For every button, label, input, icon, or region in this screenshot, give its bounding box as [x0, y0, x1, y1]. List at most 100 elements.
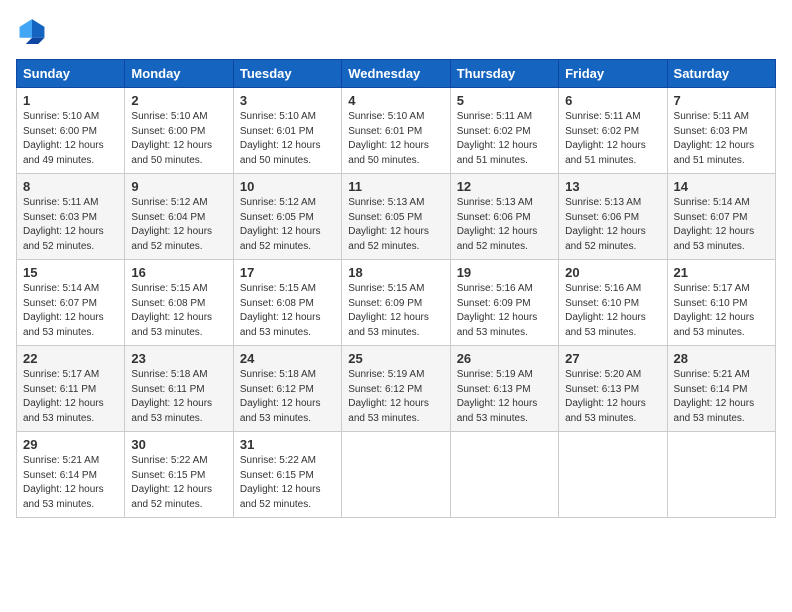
calendar-header-sunday: Sunday [17, 60, 125, 88]
day-number: 19 [457, 265, 552, 280]
calendar-cell [342, 432, 450, 518]
calendar-cell: 12 Sunrise: 5:13 AMSunset: 6:06 PMDaylig… [450, 174, 558, 260]
day-number: 9 [131, 179, 226, 194]
calendar-cell: 27 Sunrise: 5:20 AMSunset: 6:13 PMDaylig… [559, 346, 667, 432]
calendar-header-thursday: Thursday [450, 60, 558, 88]
day-number: 28 [674, 351, 769, 366]
day-info: Sunrise: 5:11 AMSunset: 6:03 PMDaylight:… [23, 197, 104, 252]
calendar-cell: 5 Sunrise: 5:11 AMSunset: 6:02 PMDayligh… [450, 88, 558, 174]
day-info: Sunrise: 5:19 AMSunset: 6:13 PMDaylight:… [457, 369, 538, 424]
day-number: 30 [131, 437, 226, 452]
calendar-table: SundayMondayTuesdayWednesdayThursdayFrid… [16, 59, 776, 518]
day-info: Sunrise: 5:17 AMSunset: 6:10 PMDaylight:… [674, 283, 755, 338]
day-info: Sunrise: 5:20 AMSunset: 6:13 PMDaylight:… [565, 369, 646, 424]
day-number: 23 [131, 351, 226, 366]
day-number: 7 [674, 93, 769, 108]
day-info: Sunrise: 5:13 AMSunset: 6:05 PMDaylight:… [348, 197, 429, 252]
day-info: Sunrise: 5:21 AMSunset: 6:14 PMDaylight:… [674, 369, 755, 424]
calendar-cell: 9 Sunrise: 5:12 AMSunset: 6:04 PMDayligh… [125, 174, 233, 260]
day-info: Sunrise: 5:18 AMSunset: 6:11 PMDaylight:… [131, 369, 212, 424]
calendar-cell: 2 Sunrise: 5:10 AMSunset: 6:00 PMDayligh… [125, 88, 233, 174]
calendar-cell: 24 Sunrise: 5:18 AMSunset: 6:12 PMDaylig… [233, 346, 341, 432]
calendar-cell: 11 Sunrise: 5:13 AMSunset: 6:05 PMDaylig… [342, 174, 450, 260]
calendar-header-wednesday: Wednesday [342, 60, 450, 88]
calendar-cell: 30 Sunrise: 5:22 AMSunset: 6:15 PMDaylig… [125, 432, 233, 518]
day-info: Sunrise: 5:10 AMSunset: 6:01 PMDaylight:… [240, 111, 321, 166]
calendar-cell: 22 Sunrise: 5:17 AMSunset: 6:11 PMDaylig… [17, 346, 125, 432]
calendar-cell: 8 Sunrise: 5:11 AMSunset: 6:03 PMDayligh… [17, 174, 125, 260]
day-info: Sunrise: 5:15 AMSunset: 6:08 PMDaylight:… [240, 283, 321, 338]
day-info: Sunrise: 5:16 AMSunset: 6:09 PMDaylight:… [457, 283, 538, 338]
calendar-cell: 3 Sunrise: 5:10 AMSunset: 6:01 PMDayligh… [233, 88, 341, 174]
calendar-cell: 6 Sunrise: 5:11 AMSunset: 6:02 PMDayligh… [559, 88, 667, 174]
day-info: Sunrise: 5:16 AMSunset: 6:10 PMDaylight:… [565, 283, 646, 338]
calendar-header-row: SundayMondayTuesdayWednesdayThursdayFrid… [17, 60, 776, 88]
calendar-cell: 7 Sunrise: 5:11 AMSunset: 6:03 PMDayligh… [667, 88, 775, 174]
calendar-cell [559, 432, 667, 518]
day-info: Sunrise: 5:14 AMSunset: 6:07 PMDaylight:… [23, 283, 104, 338]
day-info: Sunrise: 5:15 AMSunset: 6:08 PMDaylight:… [131, 283, 212, 338]
calendar-cell: 21 Sunrise: 5:17 AMSunset: 6:10 PMDaylig… [667, 260, 775, 346]
day-info: Sunrise: 5:10 AMSunset: 6:01 PMDaylight:… [348, 111, 429, 166]
calendar-header-friday: Friday [559, 60, 667, 88]
day-info: Sunrise: 5:18 AMSunset: 6:12 PMDaylight:… [240, 369, 321, 424]
day-number: 24 [240, 351, 335, 366]
day-info: Sunrise: 5:14 AMSunset: 6:07 PMDaylight:… [674, 197, 755, 252]
day-number: 20 [565, 265, 660, 280]
day-number: 11 [348, 179, 443, 194]
day-number: 14 [674, 179, 769, 194]
day-number: 18 [348, 265, 443, 280]
calendar-cell: 20 Sunrise: 5:16 AMSunset: 6:10 PMDaylig… [559, 260, 667, 346]
day-number: 1 [23, 93, 118, 108]
calendar-cell: 31 Sunrise: 5:22 AMSunset: 6:15 PMDaylig… [233, 432, 341, 518]
day-info: Sunrise: 5:11 AMSunset: 6:02 PMDaylight:… [565, 111, 646, 166]
day-number: 15 [23, 265, 118, 280]
day-info: Sunrise: 5:12 AMSunset: 6:04 PMDaylight:… [131, 197, 212, 252]
day-info: Sunrise: 5:17 AMSunset: 6:11 PMDaylight:… [23, 369, 104, 424]
day-info: Sunrise: 5:10 AMSunset: 6:00 PMDaylight:… [131, 111, 212, 166]
day-number: 29 [23, 437, 118, 452]
day-number: 17 [240, 265, 335, 280]
day-number: 5 [457, 93, 552, 108]
calendar-cell: 10 Sunrise: 5:12 AMSunset: 6:05 PMDaylig… [233, 174, 341, 260]
day-number: 27 [565, 351, 660, 366]
day-number: 8 [23, 179, 118, 194]
logo-icon [18, 16, 46, 44]
calendar-cell: 19 Sunrise: 5:16 AMSunset: 6:09 PMDaylig… [450, 260, 558, 346]
day-number: 3 [240, 93, 335, 108]
day-number: 12 [457, 179, 552, 194]
day-info: Sunrise: 5:11 AMSunset: 6:02 PMDaylight:… [457, 111, 538, 166]
calendar-header-saturday: Saturday [667, 60, 775, 88]
calendar-header-tuesday: Tuesday [233, 60, 341, 88]
calendar-cell [450, 432, 558, 518]
day-info: Sunrise: 5:13 AMSunset: 6:06 PMDaylight:… [457, 197, 538, 252]
calendar-cell: 16 Sunrise: 5:15 AMSunset: 6:08 PMDaylig… [125, 260, 233, 346]
calendar-cell [667, 432, 775, 518]
calendar-cell: 28 Sunrise: 5:21 AMSunset: 6:14 PMDaylig… [667, 346, 775, 432]
calendar-cell: 14 Sunrise: 5:14 AMSunset: 6:07 PMDaylig… [667, 174, 775, 260]
calendar-cell: 25 Sunrise: 5:19 AMSunset: 6:12 PMDaylig… [342, 346, 450, 432]
day-number: 10 [240, 179, 335, 194]
day-number: 4 [348, 93, 443, 108]
calendar-header-monday: Monday [125, 60, 233, 88]
day-info: Sunrise: 5:22 AMSunset: 6:15 PMDaylight:… [240, 455, 321, 510]
day-number: 13 [565, 179, 660, 194]
calendar-cell: 26 Sunrise: 5:19 AMSunset: 6:13 PMDaylig… [450, 346, 558, 432]
calendar-cell: 29 Sunrise: 5:21 AMSunset: 6:14 PMDaylig… [17, 432, 125, 518]
calendar-cell: 4 Sunrise: 5:10 AMSunset: 6:01 PMDayligh… [342, 88, 450, 174]
calendar-cell: 15 Sunrise: 5:14 AMSunset: 6:07 PMDaylig… [17, 260, 125, 346]
calendar-week-2: 8 Sunrise: 5:11 AMSunset: 6:03 PMDayligh… [17, 174, 776, 260]
day-info: Sunrise: 5:12 AMSunset: 6:05 PMDaylight:… [240, 197, 321, 252]
day-info: Sunrise: 5:13 AMSunset: 6:06 PMDaylight:… [565, 197, 646, 252]
calendar-cell: 17 Sunrise: 5:15 AMSunset: 6:08 PMDaylig… [233, 260, 341, 346]
calendar-week-4: 22 Sunrise: 5:17 AMSunset: 6:11 PMDaylig… [17, 346, 776, 432]
calendar-week-1: 1 Sunrise: 5:10 AMSunset: 6:00 PMDayligh… [17, 88, 776, 174]
day-number: 26 [457, 351, 552, 366]
calendar-week-3: 15 Sunrise: 5:14 AMSunset: 6:07 PMDaylig… [17, 260, 776, 346]
day-info: Sunrise: 5:11 AMSunset: 6:03 PMDaylight:… [674, 111, 755, 166]
day-number: 16 [131, 265, 226, 280]
day-info: Sunrise: 5:22 AMSunset: 6:15 PMDaylight:… [131, 455, 212, 510]
calendar-cell: 13 Sunrise: 5:13 AMSunset: 6:06 PMDaylig… [559, 174, 667, 260]
day-number: 21 [674, 265, 769, 280]
calendar-cell: 18 Sunrise: 5:15 AMSunset: 6:09 PMDaylig… [342, 260, 450, 346]
